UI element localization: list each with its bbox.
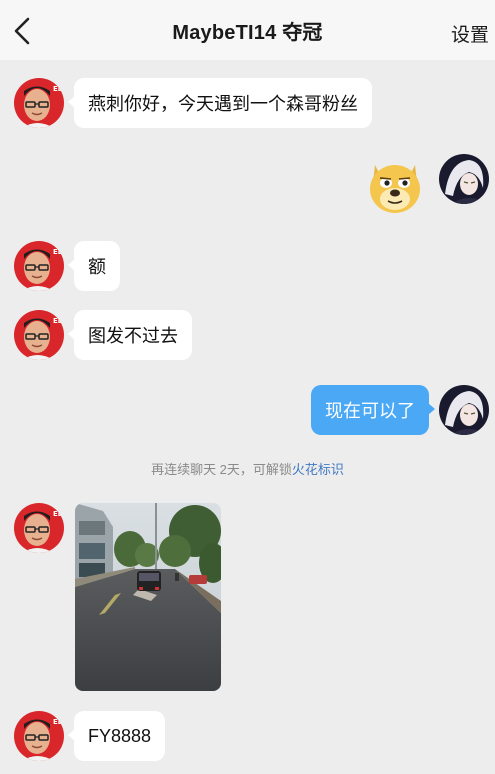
message-row: 现在可以了 — [0, 385, 495, 437]
svg-text:EE: EE — [53, 317, 63, 325]
message-bubble[interactable]: 图发不过去 — [68, 310, 192, 360]
contact-avatar[interactable]: EE — [14, 310, 64, 360]
my-avatar[interactable] — [439, 154, 489, 204]
message-text: FY8888 — [88, 725, 152, 746]
message-row: EE 额 — [0, 241, 495, 293]
contact-avatar[interactable]: EE — [14, 711, 64, 761]
shared-photo[interactable] — [75, 503, 221, 691]
person-avatar-icon: EE — [14, 711, 64, 761]
contact-avatar[interactable]: EE — [14, 78, 64, 128]
message-text: 现在可以了 — [325, 401, 415, 421]
message-text: 图发不过去 — [88, 326, 178, 346]
message-bubble[interactable]: FY8888 — [67, 711, 166, 761]
message-row: EE 图发不过去 — [0, 310, 495, 362]
message-row: EE 燕刺你好，今天遇到一个森哥粉丝 — [0, 78, 495, 130]
message-bubble[interactable]: 现在可以了 — [311, 385, 435, 435]
chevron-left-icon — [14, 17, 30, 45]
svg-text:EE: EE — [53, 248, 63, 256]
message-bubble[interactable]: 额 — [68, 241, 120, 291]
message-text: 额 — [88, 257, 106, 277]
contact-avatar[interactable]: EE — [14, 503, 64, 553]
contact-avatar[interactable]: EE — [14, 241, 64, 291]
anime-avatar-icon — [439, 154, 489, 204]
spark-badge-link[interactable]: 火花标识 — [292, 462, 344, 477]
svg-text:EE: EE — [53, 510, 63, 518]
person-avatar-icon: EE — [14, 241, 64, 291]
message-bubble[interactable]: 燕刺你好，今天遇到一个森哥粉丝 — [68, 78, 372, 128]
anime-avatar-icon — [439, 385, 489, 435]
message-text: 燕刺你好，今天遇到一个森哥粉丝 — [88, 94, 358, 114]
svg-text:EE: EE — [53, 718, 63, 726]
my-avatar[interactable] — [439, 385, 489, 435]
settings-button[interactable]: 设置 — [451, 20, 489, 47]
person-avatar-icon: EE — [14, 503, 64, 553]
doge-emoji-icon — [370, 165, 420, 213]
svg-text:EE: EE — [53, 85, 63, 93]
street-photo-image — [75, 503, 221, 691]
notice-text: 再连续聊天 2天，可解锁 — [151, 462, 292, 477]
back-button[interactable] — [10, 16, 36, 46]
message-row — [0, 152, 495, 214]
system-notice: 再连续聊天 2天，可解锁火花标识 — [0, 459, 495, 478]
person-avatar-icon: EE — [14, 78, 64, 128]
doge-sticker[interactable] — [367, 155, 423, 215]
chat-title: MaybeTI14 夺冠 — [172, 21, 323, 44]
person-avatar-icon: EE — [14, 310, 64, 360]
chat-header: MaybeTI14 夺冠 设置 — [0, 0, 495, 60]
